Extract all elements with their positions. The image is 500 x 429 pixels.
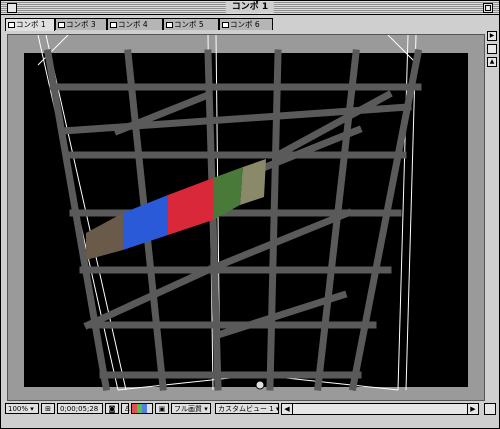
zoom-value: 100% [8, 405, 29, 413]
view-dropdown[interactable]: カスタムビュー 1 ▾ [215, 403, 279, 414]
image-layer-red [168, 178, 213, 235]
3d-grid-scene [37, 35, 423, 392]
tab-comp-3[interactable]: コンポ 3 [55, 18, 107, 30]
tab-label: コンポ 6 [230, 20, 260, 29]
grid-toggle-icon[interactable]: ⊞ [41, 403, 55, 414]
quality-value: フル画質 [174, 405, 202, 413]
scroll-left-icon[interactable]: ◀ [282, 404, 293, 414]
tab-label: コンポ 1 [16, 20, 46, 29]
tab-label: コンポ 4 [118, 20, 148, 29]
comp-icon [58, 22, 65, 28]
window-title: コンポ 1 [225, 2, 275, 13]
comp-icon [8, 22, 15, 28]
tab-comp-4[interactable]: コンポ 4 [107, 18, 163, 30]
zoom-box-icon[interactable] [483, 3, 493, 13]
tab-label: コンポ 5 [174, 20, 204, 29]
tab-comp-6[interactable]: コンポ 6 [219, 18, 273, 30]
comp-icon [110, 22, 117, 28]
title-bar[interactable]: コンポ 1 [1, 1, 499, 15]
side-controls: ▶ ▲ [487, 31, 497, 70]
channel-icon[interactable] [131, 403, 153, 414]
hand-cursor-icon [255, 380, 265, 390]
tab-comp-1[interactable]: コンポ 1 [5, 18, 55, 31]
scroll-up-icon[interactable]: ▲ [487, 57, 497, 67]
comp-options-icon[interactable] [487, 44, 497, 54]
camera-icon[interactable]: ◙ [105, 403, 119, 414]
close-box-icon[interactable] [7, 3, 17, 13]
grid-beams [43, 48, 423, 392]
tab-comp-5[interactable]: コンポ 5 [163, 18, 219, 30]
person-icon[interactable]: ♙ [121, 403, 130, 414]
scroll-down-icon[interactable] [484, 403, 496, 415]
comp-icon [166, 22, 173, 28]
zoom-dropdown[interactable]: 100% ▾ [5, 403, 39, 414]
scroll-right-icon[interactable]: ▶ [467, 404, 478, 414]
view-value: カスタムビュー 1 [218, 405, 274, 413]
panel-menu-arrow-icon[interactable]: ▶ [487, 31, 497, 41]
image-layer-grey [240, 159, 266, 205]
image-layer-cat [86, 213, 123, 260]
timecode-display[interactable]: 0;00;05;28 [57, 403, 103, 414]
region-icon[interactable]: ▣ [155, 403, 169, 414]
timecode-value: 0;00;05;28 [60, 405, 99, 413]
quality-dropdown[interactable]: フル画質 ▾ [171, 403, 211, 414]
composition-window: コンポ 1 コンポ 1 コンポ 3 コンポ 4 コンポ 5 コンポ 6 ▶ ▲ [0, 0, 500, 429]
comp-icon [222, 22, 229, 28]
tab-label: コンポ 3 [66, 20, 96, 29]
composition-viewer[interactable] [7, 34, 485, 401]
horizontal-scrollbar[interactable]: ◀ ▶ [281, 403, 479, 415]
